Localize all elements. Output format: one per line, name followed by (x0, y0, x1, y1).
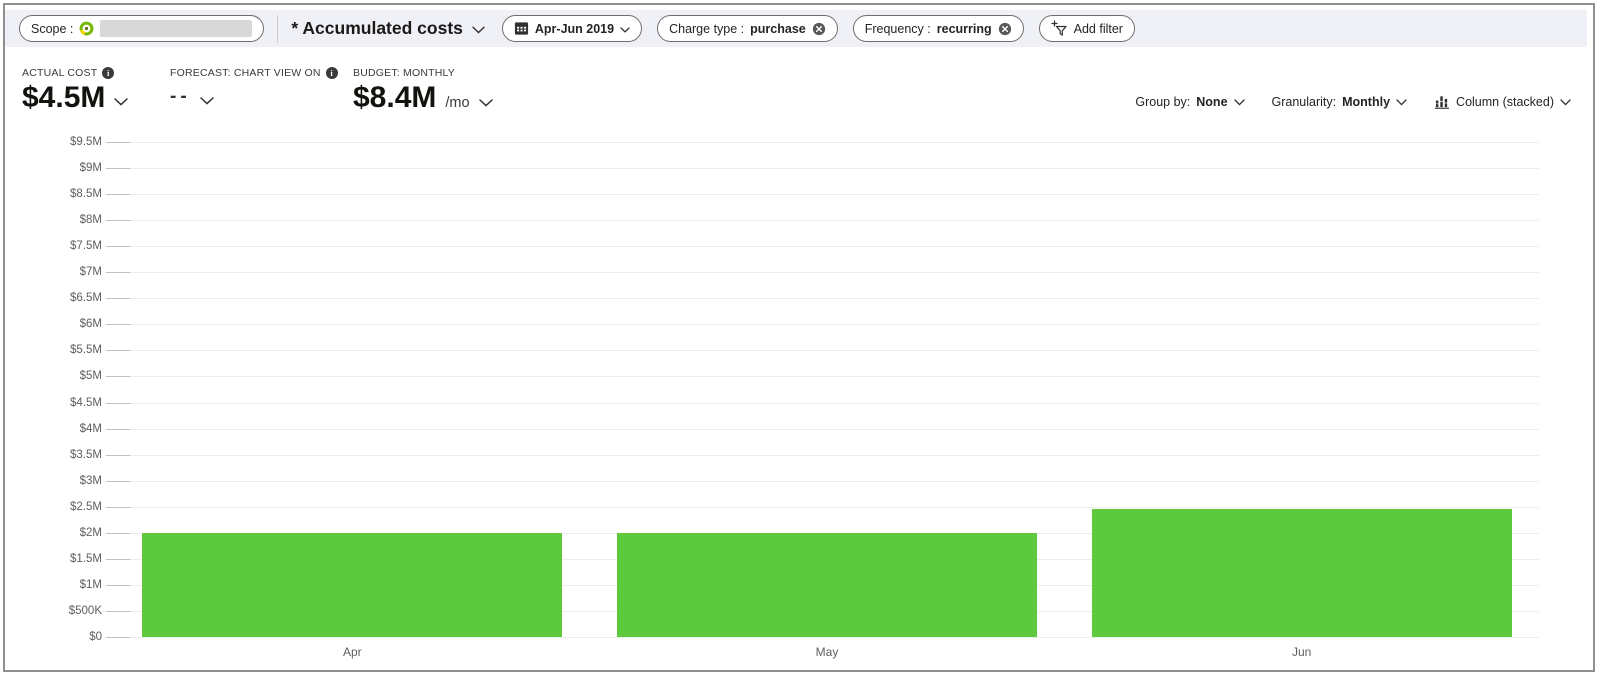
chart-bar-may[interactable] (616, 532, 1038, 637)
actual-cost-value: $4.5M (22, 81, 106, 114)
kpi-forecast: FORECAST: CHART VIEW ON -- (170, 67, 353, 112)
granularity-value: Monthly (1342, 94, 1391, 109)
y-axis-label: $2M (79, 526, 102, 539)
chevron-down-icon (620, 22, 630, 36)
filter-label: Charge type : (669, 21, 745, 36)
y-axis-label: $2.5M (70, 500, 102, 513)
granularity-label: Granularity: (1271, 94, 1337, 109)
column-chart-icon (1434, 94, 1450, 109)
y-axis-label: $7.5M (70, 240, 102, 253)
y-axis-label: $3M (79, 474, 102, 487)
filter-pill-charge-type[interactable]: Charge type : purchase (657, 15, 838, 42)
group-by-dropdown[interactable]: Group by: None (1135, 94, 1245, 109)
add-filter-button[interactable]: Add filter (1038, 15, 1135, 42)
kpi-row: ACTUAL COST $4.5M FORECAST: CHART VIEW O… (22, 67, 1571, 114)
y-axis-label: $7M (79, 266, 102, 279)
chevron-down-icon (1396, 95, 1407, 109)
budget-dropdown[interactable]: $8.4M /mo (353, 82, 493, 114)
chart-type-dropdown[interactable]: Column (stacked) (1434, 94, 1571, 109)
subscription-icon (79, 21, 94, 36)
info-icon[interactable] (102, 67, 115, 79)
granularity-dropdown[interactable]: Granularity: Monthly (1272, 95, 1408, 109)
x-axis-label: May (815, 645, 839, 659)
y-axis-label: $4.5M (70, 396, 102, 409)
bar-cell (590, 142, 1065, 637)
view-title-dropdown[interactable]: * Accumulated costs (291, 18, 485, 39)
scope-value-redacted (100, 20, 253, 37)
x-axis-label: Jun (1292, 645, 1312, 659)
close-icon[interactable] (998, 22, 1012, 36)
y-axis-label: $0 (89, 631, 102, 643)
chart-type-value: Column (stacked) (1456, 94, 1554, 109)
scope-selector[interactable]: Scope : (19, 15, 265, 42)
y-axis-label: $1.5M (70, 552, 102, 565)
chart-controls: Group by: None Granularity: Monthly Colu… (1135, 94, 1571, 109)
chevron-down-icon (1560, 95, 1571, 109)
filter-pill-frequency[interactable]: Frequency : recurring (852, 15, 1024, 42)
budget-value: $8.4M (353, 81, 437, 114)
axis-tick (106, 637, 130, 638)
group-by-label: Group by: (1135, 94, 1191, 109)
kpi-actual-cost-label: ACTUAL COST (22, 67, 170, 79)
kpi-forecast-label: FORECAST: CHART VIEW ON (170, 67, 353, 79)
chevron-down-icon (478, 94, 493, 112)
y-axis-label: $8M (79, 214, 102, 227)
toolbar: Scope : * Accumulated costs Apr-Jun 2019… (5, 10, 1587, 47)
date-range-label: Apr-Jun 2019 (534, 21, 615, 36)
y-axis-label: $6M (79, 318, 102, 331)
budget-suffix: /mo (445, 94, 470, 111)
y-axis-label: $6.5M (70, 292, 102, 305)
forecast-value: -- (170, 86, 191, 107)
chevron-down-icon (472, 18, 485, 39)
y-axis-label: $4M (79, 422, 102, 435)
plot-area (106, 142, 1539, 638)
filter-value: recurring (936, 21, 992, 36)
calendar-icon (514, 21, 529, 36)
scope-label: Scope : (31, 21, 74, 36)
app-window: Scope : * Accumulated costs Apr-Jun 2019… (3, 3, 1595, 672)
x-axis-label: Apr (342, 645, 362, 659)
y-axis-label: $5.5M (70, 344, 102, 357)
forecast-dropdown[interactable]: -- (170, 82, 353, 112)
y-axis-label: $3.5M (70, 448, 102, 461)
filter-value: purchase (750, 21, 806, 36)
chart-bar-jun[interactable] (1091, 509, 1512, 637)
actual-cost-dropdown[interactable]: $4.5M (22, 82, 170, 114)
bar-cell (115, 142, 590, 637)
kpi-budget: BUDGET: MONTHLY $8.4M /mo (353, 67, 493, 114)
kpi-budget-label: BUDGET: MONTHLY (353, 67, 455, 79)
y-axis-label: $9.5M (70, 136, 102, 148)
toolbar-divider (277, 14, 279, 43)
bar-cell (1064, 142, 1539, 637)
info-icon[interactable] (325, 67, 338, 79)
x-axis: Apr May Jun (115, 645, 1539, 659)
chart-bar-apr[interactable] (142, 532, 563, 637)
gridline (106, 637, 1539, 638)
y-axis-label: $1M (79, 578, 102, 591)
y-axis-label: $8.5M (70, 188, 102, 201)
accumulated-costs-chart: $9.5M $9M $8.5M $8M $7.5M $7M $6.5M $6M $5.5M $5M… (5, 136, 1588, 670)
add-filter-icon (1050, 20, 1068, 37)
date-range-picker[interactable]: Apr-Jun 2019 (501, 15, 643, 42)
filter-label: Frequency : (864, 21, 931, 36)
chevron-down-icon (1233, 95, 1245, 109)
y-axis-label: $5M (79, 370, 102, 383)
bars (115, 142, 1539, 637)
y-axis-label: $9M (79, 162, 102, 175)
y-axis-label: $500K (68, 604, 102, 617)
close-icon[interactable] (812, 22, 826, 36)
chevron-down-icon (114, 93, 129, 111)
kpi-actual-cost: ACTUAL COST $4.5M (22, 67, 170, 114)
chevron-down-icon (199, 92, 214, 110)
group-by-value: None (1196, 94, 1228, 109)
view-title-label: * Accumulated costs (291, 18, 463, 38)
add-filter-label: Add filter (1073, 21, 1123, 36)
y-axis: $9.5M $9M $8.5M $8M $7.5M $7M $6.5M $6M $5.5M $5M… (5, 136, 102, 643)
